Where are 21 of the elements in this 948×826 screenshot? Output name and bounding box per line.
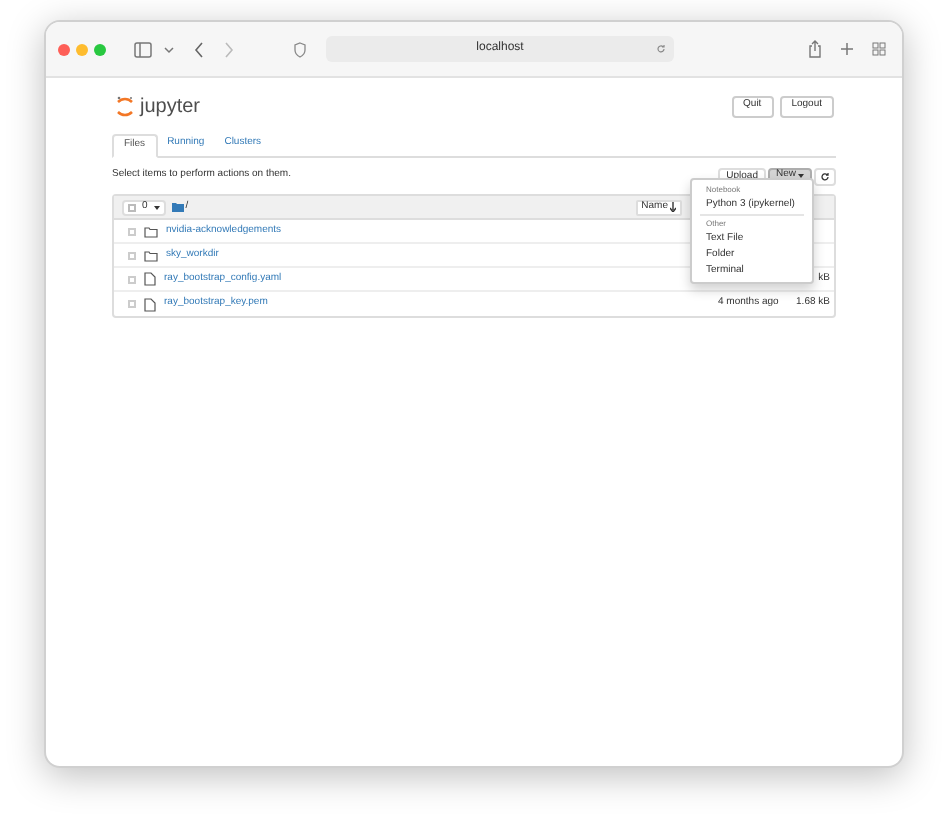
back-icon[interactable] xyxy=(194,41,204,57)
refresh-button[interactable] xyxy=(814,167,836,185)
row-checkbox[interactable] xyxy=(128,300,136,308)
reload-icon[interactable] xyxy=(656,44,666,54)
row-checkbox[interactable] xyxy=(128,275,136,283)
logo-text: jupyter xyxy=(140,93,201,121)
row-checkbox[interactable] xyxy=(128,227,136,235)
plus-icon[interactable] xyxy=(840,42,854,56)
row-checkbox[interactable] xyxy=(128,251,136,259)
sidebar-icon[interactable] xyxy=(134,41,152,57)
jupyter-logo[interactable]: jupyter xyxy=(116,91,201,121)
caret-icon xyxy=(153,205,160,209)
sort-arrow-icon xyxy=(670,202,676,212)
share-icon[interactable] xyxy=(808,40,822,58)
checkbox[interactable] xyxy=(128,203,136,211)
forward-icon[interactable] xyxy=(224,41,234,57)
chevron-down-icon[interactable] xyxy=(164,45,174,53)
logo-icon xyxy=(116,95,134,117)
shield-icon xyxy=(294,41,306,57)
refresh-icon xyxy=(820,171,830,181)
tab-grid-icon[interactable] xyxy=(872,42,886,56)
